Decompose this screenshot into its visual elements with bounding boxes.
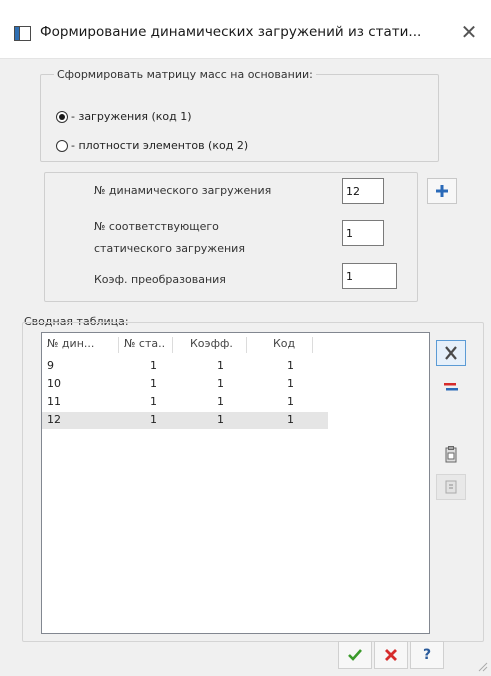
- radio-load-option[interactable]: - загружения (код 1): [56, 110, 192, 123]
- table-row[interactable]: 11 1 1 1: [42, 394, 328, 411]
- header-divider: [246, 337, 247, 353]
- cancel-button[interactable]: [374, 641, 408, 669]
- table-row[interactable]: 9 1 1 1: [42, 358, 328, 375]
- close-icon[interactable]: ✕: [458, 22, 480, 42]
- cell-static: 1: [150, 395, 157, 408]
- paste-button[interactable]: [436, 474, 466, 500]
- cell-static: 1: [150, 413, 157, 426]
- edit-rows-button[interactable]: [436, 374, 466, 400]
- static-load-label-line2: статического загружения: [94, 242, 245, 255]
- mass-matrix-group-title: Сформировать матрицу масс на основании:: [54, 68, 316, 81]
- radio-density-option[interactable]: - плотности элементов (код 2): [56, 139, 248, 152]
- plus-icon: [436, 185, 448, 197]
- delete-x-icon: [445, 346, 457, 360]
- dyn-load-field[interactable]: [342, 178, 384, 204]
- list-header: № дин... № ста.. Коэфф. Код: [42, 333, 332, 355]
- dyn-load-label: № динамического загружения: [94, 184, 272, 197]
- radio-density[interactable]: [56, 139, 68, 152]
- cell-coef: 1: [217, 377, 224, 390]
- header-divider: [172, 337, 173, 353]
- cell-static: 1: [150, 377, 157, 390]
- header-divider: [312, 337, 313, 353]
- window-title: Формирование динамических загружений из …: [40, 24, 422, 40]
- title-bar: Формирование динамических загружений из …: [0, 0, 491, 59]
- col-header-static[interactable]: № ста..: [124, 337, 165, 350]
- col-header-dyn[interactable]: № дин...: [47, 337, 94, 350]
- cell-static: 1: [150, 359, 157, 372]
- cell-dyn: 11: [47, 395, 61, 408]
- cell-code: 1: [287, 359, 294, 372]
- static-load-label-line1: № соответствующего: [94, 220, 219, 233]
- header-divider: [118, 337, 119, 353]
- cell-coef: 1: [217, 413, 224, 426]
- edit-rows-icon: [444, 383, 458, 391]
- copy-button[interactable]: [436, 442, 466, 468]
- col-header-coef[interactable]: Коэфф.: [190, 337, 233, 350]
- delete-row-button[interactable]: [436, 340, 466, 366]
- cell-code: 1: [287, 377, 294, 390]
- cell-dyn: 10: [47, 377, 61, 390]
- app-window-icon: [14, 26, 31, 41]
- cell-coef: 1: [217, 395, 224, 408]
- coef-label: Коэф. преобразования: [94, 273, 226, 286]
- add-button[interactable]: [427, 178, 457, 204]
- copy-icon: [445, 446, 457, 463]
- col-header-code[interactable]: Код: [273, 337, 295, 350]
- cell-code: 1: [287, 413, 294, 426]
- cell-coef: 1: [217, 359, 224, 372]
- radio-load-label: - загружения (код 1): [71, 110, 192, 123]
- cell-dyn: 9: [47, 359, 54, 372]
- radio-load[interactable]: [56, 110, 68, 123]
- help-button[interactable]: ?: [410, 641, 444, 669]
- help-label: ?: [422, 647, 432, 663]
- paste-icon: [445, 480, 457, 494]
- summary-list[interactable]: № дин... № ста.. Коэфф. Код 9 1 1 1 10 1…: [41, 332, 430, 634]
- table-row-selected[interactable]: 12 1 1 1: [42, 412, 328, 429]
- resize-grip-icon[interactable]: [478, 662, 488, 672]
- cell-dyn: 12: [47, 413, 61, 426]
- cancel-x-icon: [385, 649, 397, 661]
- table-row[interactable]: 10 1 1 1: [42, 376, 328, 393]
- cell-code: 1: [287, 395, 294, 408]
- ok-button[interactable]: [338, 641, 372, 669]
- check-icon: [348, 649, 362, 661]
- static-load-field[interactable]: [342, 220, 384, 246]
- coef-field[interactable]: [342, 263, 397, 289]
- radio-density-label: - плотности элементов (код 2): [71, 139, 249, 152]
